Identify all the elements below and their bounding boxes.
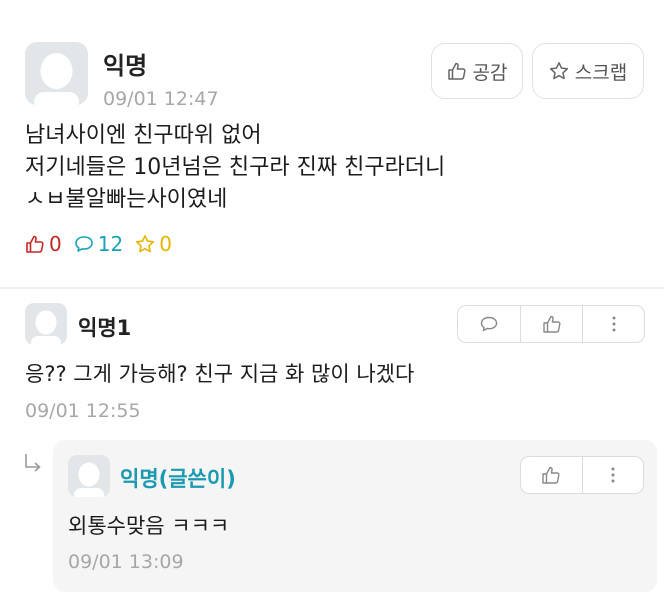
post-body-line: 남녀사이엔 친구따위 없어 bbox=[25, 123, 262, 148]
comment-like-button[interactable] bbox=[520, 306, 582, 342]
post-time: 09/01 12:47 bbox=[103, 88, 219, 110]
more-vertical-icon bbox=[612, 316, 615, 332]
reply-button[interactable] bbox=[458, 306, 520, 342]
thumbs-up-icon bbox=[26, 235, 44, 253]
default-avatar-icon bbox=[34, 53, 79, 105]
thumbs-up-icon bbox=[447, 62, 466, 80]
reply-time: 09/01 13:09 bbox=[68, 551, 184, 573]
like-count-value: 0 bbox=[49, 232, 62, 256]
scrap-button-label: 스크랩 bbox=[574, 61, 628, 84]
post-stats: 0 12 0 bbox=[25, 232, 184, 256]
post-body-line: ㅅㅂ불알빠는사이였네 bbox=[25, 187, 228, 212]
post-author-avatar bbox=[25, 42, 88, 105]
post-author: 익명 bbox=[103, 52, 148, 80]
star-icon bbox=[549, 62, 568, 80]
reply-more-options-button[interactable] bbox=[581, 457, 643, 493]
reply-actions bbox=[520, 456, 644, 494]
post-card: 익명 09/01 12:47 공감 스크랩 남녀사이엔 친구따위 없어 저기네들… bbox=[0, 0, 664, 284]
star-icon bbox=[136, 235, 155, 253]
comment-author-avatar bbox=[25, 303, 67, 345]
comment-count-value: 12 bbox=[97, 232, 124, 256]
comment-actions bbox=[457, 305, 645, 343]
reply-like-button[interactable] bbox=[521, 457, 582, 493]
like-button-label: 공감 bbox=[472, 61, 508, 84]
reply-author: 익명(글쓴이) bbox=[120, 467, 236, 491]
thumbs-up-icon bbox=[542, 315, 561, 333]
reply-arrow-icon bbox=[25, 454, 41, 472]
speech-bubble-icon bbox=[74, 236, 93, 252]
divider bbox=[0, 287, 664, 289]
comment-count: 12 bbox=[74, 232, 123, 256]
more-options-button[interactable] bbox=[582, 306, 644, 342]
comment-time: 09/01 12:55 bbox=[25, 400, 141, 422]
speech-bubble-icon bbox=[480, 316, 498, 332]
scrap-count-value: 0 bbox=[159, 232, 172, 256]
like-button[interactable]: 공감 bbox=[431, 43, 523, 99]
scrap-button[interactable]: 스크랩 bbox=[532, 43, 644, 99]
post-body-line: 저기네들은 10년넘은 친구라 진짜 친구라더니 bbox=[25, 155, 446, 180]
more-vertical-icon bbox=[611, 467, 615, 483]
reply-text: 외통수맞음 ㅋㅋㅋ bbox=[68, 514, 230, 538]
like-count: 0 bbox=[25, 232, 62, 256]
post-body: 남녀사이엔 친구따위 없어 저기네들은 10년넘은 친구라 진짜 친구라더니 ㅅ… bbox=[25, 120, 445, 216]
default-avatar-icon bbox=[74, 462, 104, 497]
comment-text: 응?? 그게 가능해? 친구 지금 화 많이 나겠다 bbox=[25, 362, 415, 386]
scrap-count: 0 bbox=[135, 232, 172, 256]
default-avatar-icon bbox=[31, 310, 61, 345]
thumbs-up-icon bbox=[542, 466, 561, 484]
comment-author: 익명1 bbox=[78, 316, 132, 340]
reply-author-avatar bbox=[68, 455, 110, 497]
